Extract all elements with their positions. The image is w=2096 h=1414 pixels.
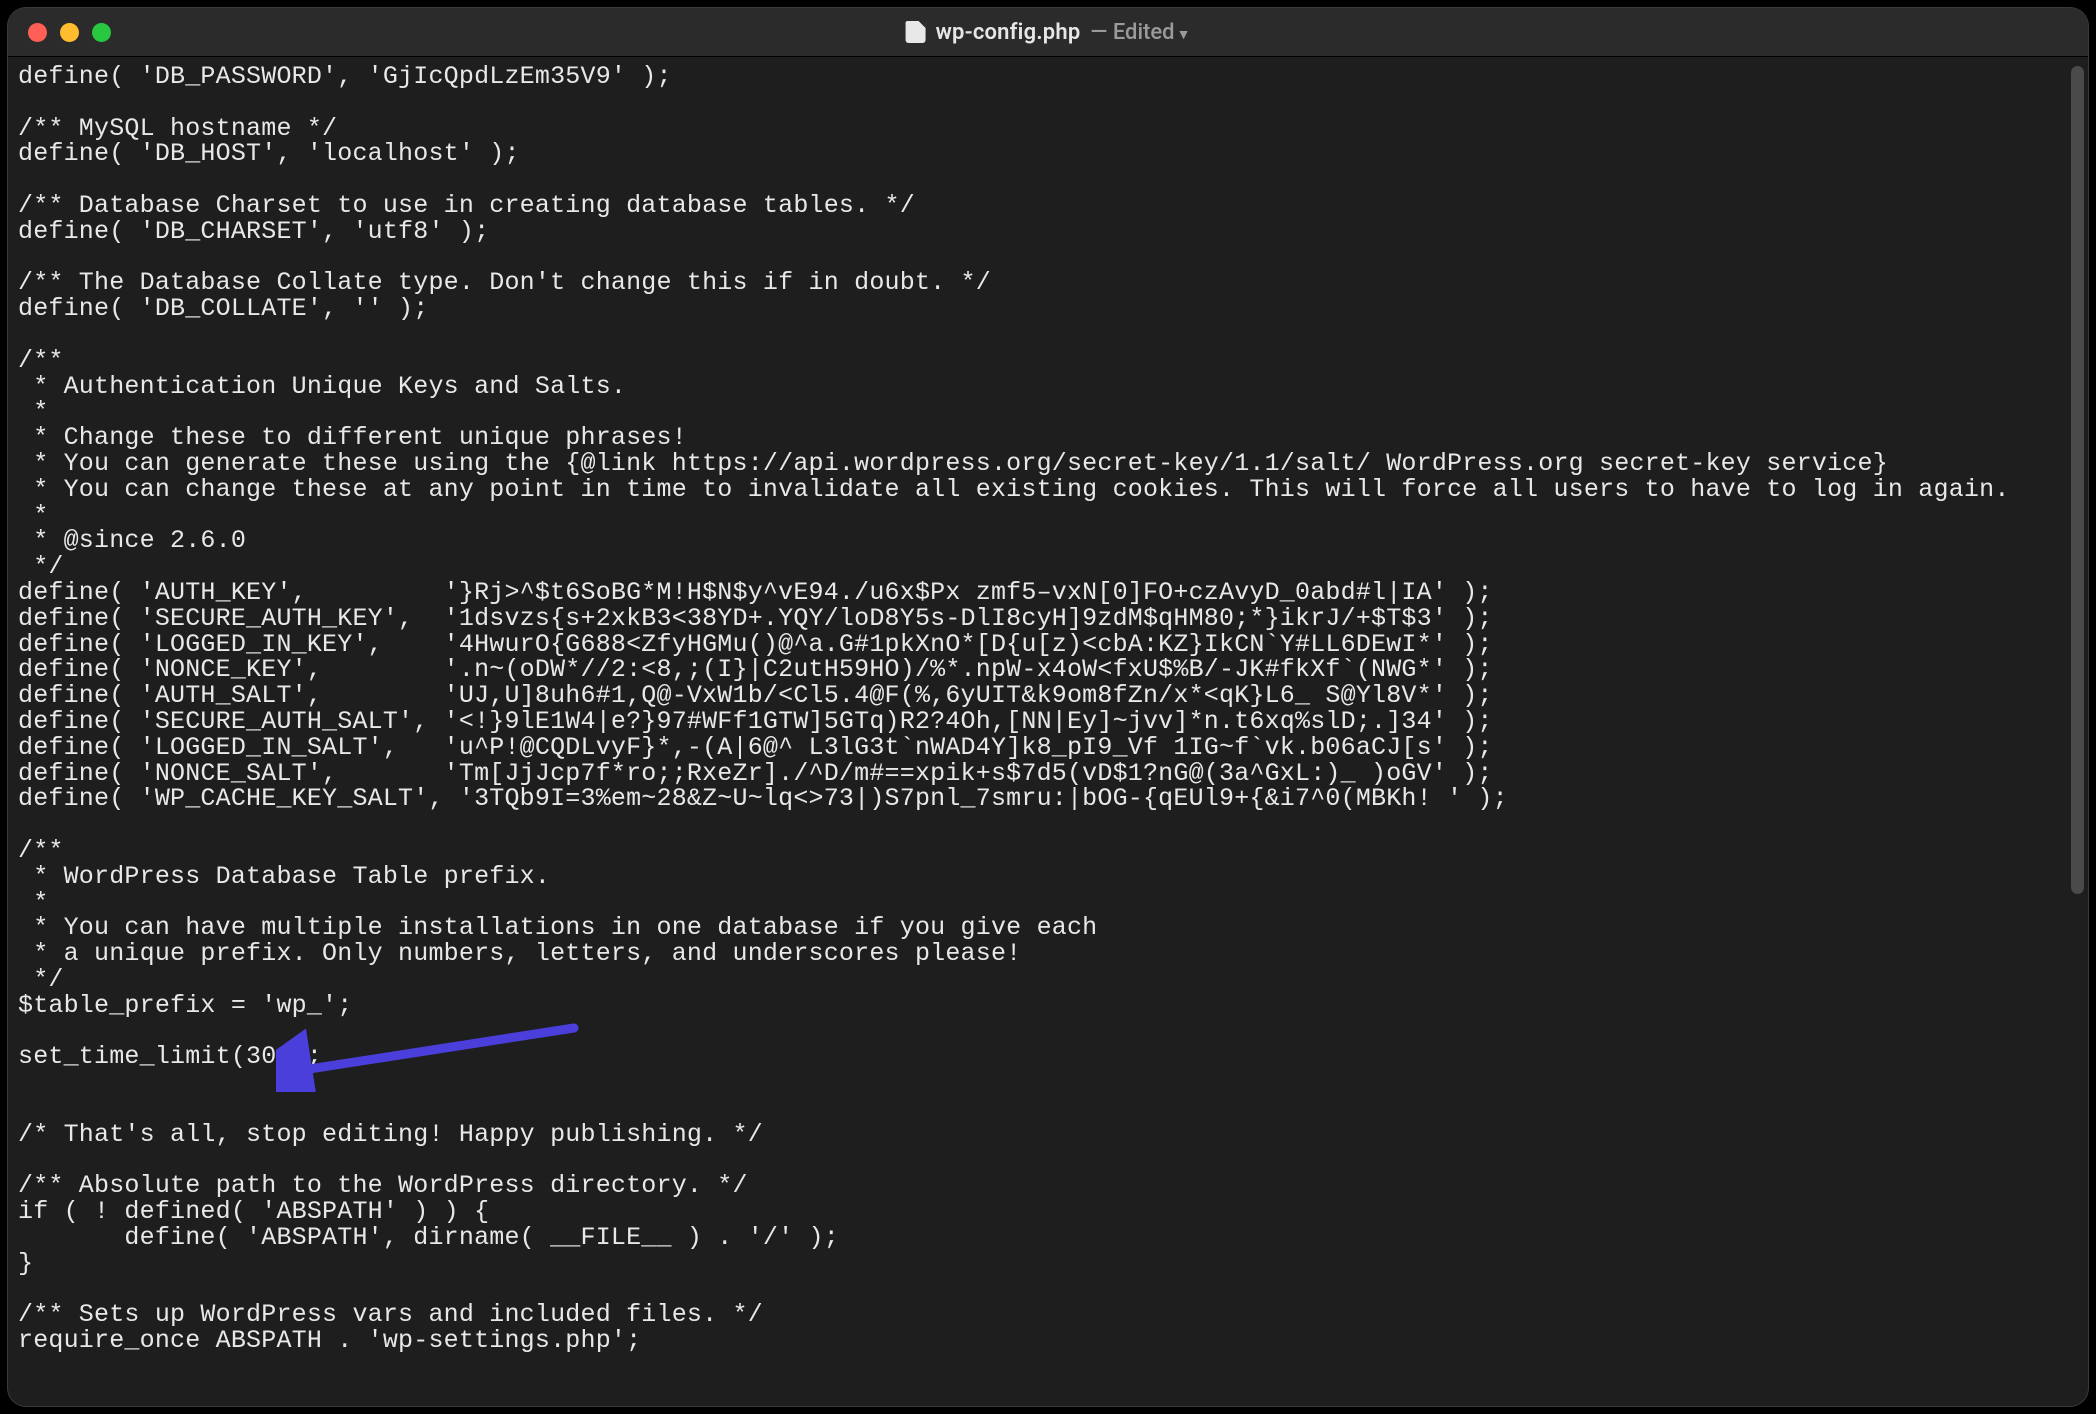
traffic-lights: [28, 23, 111, 42]
chevron-down-icon: ▼: [1177, 27, 1191, 43]
window-title[interactable]: wp-config.php — Edited▼: [906, 20, 1191, 45]
zoom-icon[interactable]: [92, 23, 111, 42]
window-title-filename: wp-config.php: [936, 20, 1081, 45]
code-editor[interactable]: define( 'DB_PASSWORD', 'GjIcQpdLzEm35V9'…: [8, 56, 2088, 1406]
close-icon[interactable]: [28, 23, 47, 42]
document-icon: [906, 21, 926, 43]
vertical-scrollbar[interactable]: [2071, 66, 2084, 894]
editor-window: wp-config.php — Edited▼ define( 'DB_PASS…: [8, 8, 2088, 1406]
minimize-icon[interactable]: [60, 23, 79, 42]
titlebar[interactable]: wp-config.php — Edited▼: [8, 8, 2088, 57]
window-title-status: — Edited▼: [1090, 20, 1190, 45]
code-content[interactable]: define( 'DB_PASSWORD', 'GjIcQpdLzEm35V9'…: [18, 64, 2080, 1354]
